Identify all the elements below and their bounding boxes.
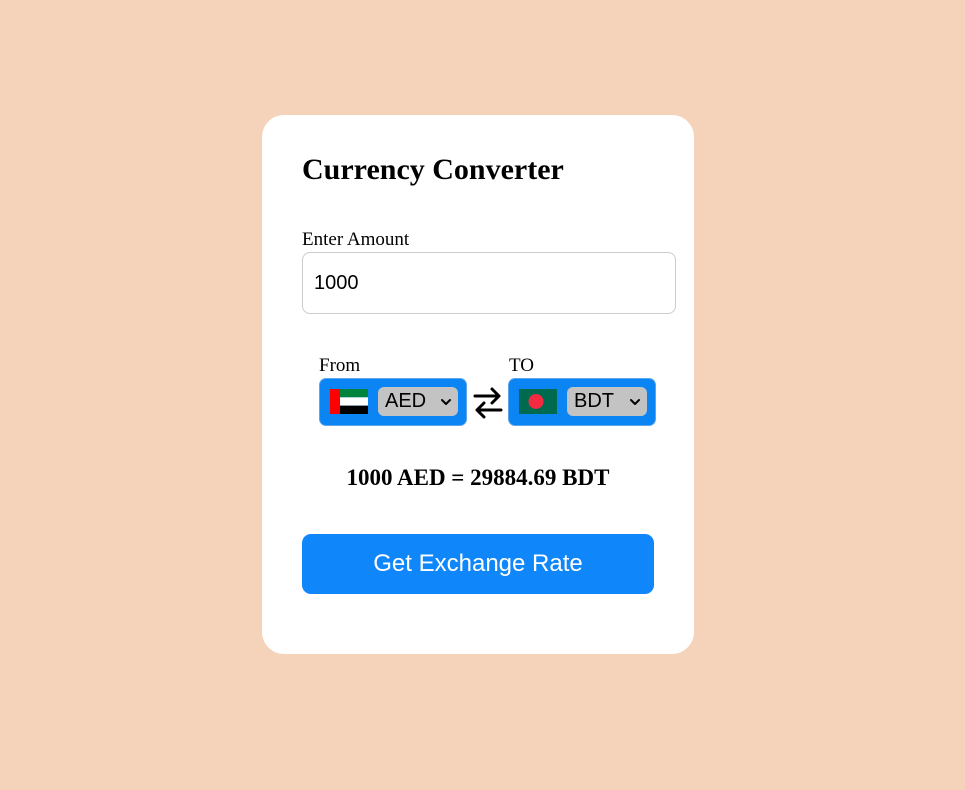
converter-card: Currency Converter Enter Amount From TO … [262, 115, 694, 654]
chevron-down-icon [630, 399, 640, 405]
get-exchange-rate-button[interactable]: Get Exchange Rate [302, 534, 654, 594]
amount-label: Enter Amount [302, 229, 410, 250]
to-currency-selector: BDT [508, 378, 656, 426]
uae-flag-icon [330, 389, 368, 414]
exchange-result: 1000 AED = 29884.69 BDT [346, 465, 610, 490]
page-title: Currency Converter [302, 153, 564, 186]
chevron-down-icon [441, 399, 451, 405]
to-currency-select[interactable]: BDT [567, 387, 647, 416]
amount-input[interactable] [302, 252, 676, 314]
to-currency-value: BDT [574, 390, 614, 412]
from-label: From [319, 355, 361, 376]
from-currency-value: AED [385, 390, 427, 412]
from-currency-select[interactable]: AED [378, 387, 458, 416]
to-label: TO [509, 355, 534, 376]
bangladesh-flag-icon [519, 389, 557, 414]
from-currency-selector: AED [319, 378, 467, 426]
swap-arrows-icon[interactable] [472, 384, 504, 420]
